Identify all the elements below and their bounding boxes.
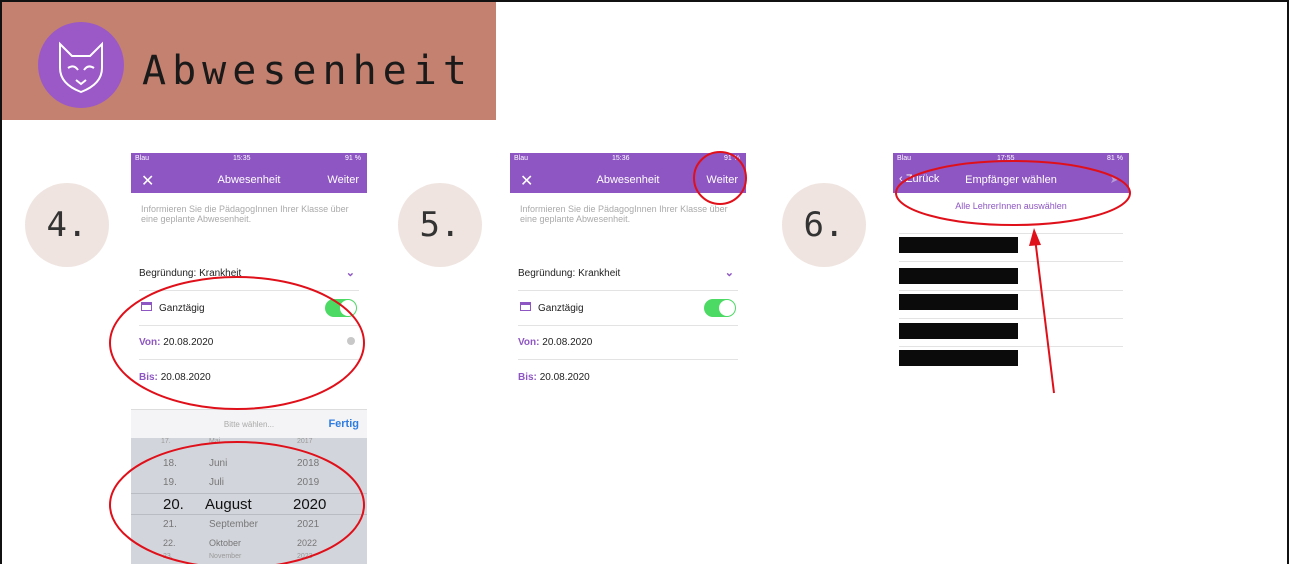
allday-toggle[interactable] bbox=[325, 299, 357, 317]
to-label: Bis: bbox=[518, 372, 537, 383]
picker-row[interactable]: 21. September 2021 bbox=[131, 515, 367, 534]
clock: 15:35 bbox=[233, 155, 251, 162]
calendar-icon bbox=[141, 302, 152, 311]
allday-label: Ganztägig bbox=[159, 303, 205, 314]
recipient-redacted[interactable] bbox=[899, 268, 1018, 284]
phone-screen-step-4: Blau 15:35 91 % ✕ Abwesenheit Weiter Inf… bbox=[131, 153, 367, 564]
recipient-redacted[interactable] bbox=[899, 237, 1018, 253]
page-title: Abwesenheit bbox=[142, 48, 473, 94]
divider bbox=[899, 233, 1123, 234]
done-button[interactable]: Fertig bbox=[328, 418, 359, 430]
fox-icon bbox=[38, 22, 124, 108]
step-4-marker: 4. bbox=[25, 183, 109, 267]
recipient-redacted[interactable] bbox=[899, 323, 1018, 339]
nav-bar: ‹ Zurück Empfänger wählen ➤ bbox=[893, 167, 1129, 193]
status-bar: Blau 15:36 91 % bbox=[510, 153, 746, 167]
info-text: Informieren Sie die PädagogInnen Ihrer K… bbox=[141, 204, 349, 224]
picker-row[interactable]: 17. Mai 2017 bbox=[131, 434, 367, 453]
reason-label: Begründung: bbox=[139, 268, 197, 279]
divider bbox=[899, 318, 1123, 319]
next-button[interactable]: Weiter bbox=[706, 174, 738, 186]
to-value: 20.08.2020 bbox=[539, 372, 590, 383]
battery-label: 91 % bbox=[724, 155, 740, 162]
allday-toggle[interactable] bbox=[704, 299, 736, 317]
carrier-label: Blau bbox=[135, 155, 150, 162]
nav-bar: ✕ Abwesenheit Weiter bbox=[131, 167, 367, 193]
chevron-down-icon: ⌄ bbox=[345, 267, 355, 279]
send-icon[interactable]: ➤ bbox=[1110, 173, 1119, 186]
picker-row[interactable]: 23. November 2023 bbox=[131, 549, 367, 564]
picker-row-selected[interactable]: 20. August 2020 bbox=[131, 493, 367, 515]
from-label: Von: bbox=[518, 337, 540, 348]
divider bbox=[899, 346, 1123, 347]
reason-select[interactable]: Begründung: Krankheit ⌄ bbox=[139, 256, 359, 291]
battery-label: 91 % bbox=[345, 155, 361, 162]
reason-value: Krankheit bbox=[578, 268, 621, 279]
from-date-field[interactable]: Von: 20.08.2020 bbox=[139, 325, 359, 360]
allday-row: Ganztägig bbox=[518, 291, 738, 326]
date-picker-wheel[interactable]: 17. Mai 2017 18. Juni 2018 19. Juli 2019 20. Au… bbox=[131, 438, 367, 564]
recipient-redacted[interactable] bbox=[899, 294, 1018, 310]
divider bbox=[899, 261, 1123, 262]
allday-row: Ganztägig bbox=[139, 291, 359, 326]
reason-value: Krankheit bbox=[199, 268, 242, 279]
carrier-label: Blau bbox=[514, 155, 529, 162]
step-6-marker: 6. bbox=[782, 183, 866, 267]
status-bar: Blau 17:55 81 % bbox=[893, 153, 1129, 167]
picker-row[interactable]: 18. Juni 2018 bbox=[131, 454, 367, 473]
from-value: 20.08.2020 bbox=[163, 337, 214, 348]
battery-label: 81 % bbox=[1107, 155, 1123, 162]
header-banner: Abwesenheit bbox=[2, 2, 496, 120]
phone-screen-step-6: Blau 17:55 81 % ‹ Zurück Empfänger wähle… bbox=[893, 153, 1129, 373]
info-text: Informieren Sie die PädagogInnen Ihrer K… bbox=[520, 204, 728, 224]
reason-label: Begründung: bbox=[518, 268, 576, 279]
to-date-field[interactable]: Bis: 20.08.2020 bbox=[518, 360, 738, 394]
to-value: 20.08.2020 bbox=[160, 372, 211, 383]
status-bar: Blau 15:35 91 % bbox=[131, 153, 367, 167]
from-date-field[interactable]: Von: 20.08.2020 bbox=[518, 325, 738, 360]
from-value: 20.08.2020 bbox=[542, 337, 593, 348]
divider bbox=[899, 290, 1123, 291]
from-label: Von: bbox=[139, 337, 161, 348]
to-label: Bis: bbox=[139, 372, 158, 383]
step-5-marker: 5. bbox=[398, 183, 482, 267]
chevron-down-icon: ⌄ bbox=[724, 267, 734, 279]
allday-label: Ganztägig bbox=[538, 303, 584, 314]
nav-bar: ✕ Abwesenheit Weiter bbox=[510, 167, 746, 193]
nav-title: Empfänger wählen bbox=[965, 174, 1057, 186]
phone-screen-step-5: Blau 15:36 91 % ✕ Abwesenheit Weiter Inf… bbox=[510, 153, 746, 403]
select-all-teachers-button[interactable]: Alle LehrerInnen auswählen bbox=[893, 201, 1129, 211]
reason-select[interactable]: Begründung: Krankheit ⌄ bbox=[518, 256, 738, 291]
recipient-redacted[interactable] bbox=[899, 350, 1018, 366]
to-date-field[interactable]: Bis: 20.08.2020 bbox=[139, 360, 359, 394]
next-button[interactable]: Weiter bbox=[327, 174, 359, 186]
clock: 15:36 bbox=[612, 155, 630, 162]
calendar-icon bbox=[520, 302, 531, 311]
clear-icon[interactable] bbox=[347, 337, 355, 345]
carrier-label: Blau bbox=[897, 155, 912, 162]
picker-row[interactable]: 19. Juli 2019 bbox=[131, 473, 367, 492]
clock: 17:55 bbox=[997, 155, 1015, 162]
